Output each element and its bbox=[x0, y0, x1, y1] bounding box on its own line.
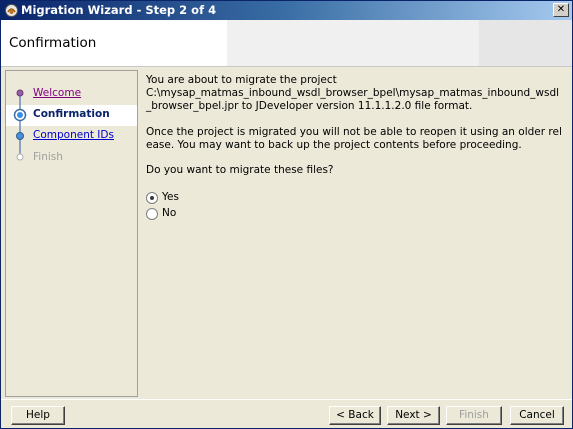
nav-item-label[interactable]: Component IDs bbox=[33, 129, 114, 141]
radio-button[interactable] bbox=[146, 192, 158, 204]
title-bar[interactable]: Migration Wizard - Step 2 of 4 ✕ bbox=[1, 1, 572, 20]
jdeveloper-icon bbox=[5, 4, 18, 17]
migration-wizard-window: Migration Wizard - Step 2 of 4 ✕ Confirm… bbox=[0, 0, 573, 429]
finish-button: Finish bbox=[446, 406, 502, 425]
radio-yes-label[interactable]: Yes bbox=[162, 191, 179, 203]
wizard-header: Confirmation bbox=[1, 20, 572, 67]
wizard-body: Welcome Confirmation Component IDs Finis… bbox=[1, 67, 572, 399]
project-path-text: C:\mysap_matmas_inbound_wsdl_browser_bpe… bbox=[146, 87, 560, 112]
nav-item-label: Confirmation bbox=[33, 108, 110, 120]
header-decoration bbox=[227, 20, 479, 66]
wizard-footer: Help < Back Next > Finish Cancel bbox=[1, 399, 572, 428]
close-icon: ✕ bbox=[556, 4, 566, 15]
page-title: Confirmation bbox=[9, 35, 97, 51]
step-train-icon bbox=[13, 89, 27, 161]
next-button[interactable]: Next > bbox=[387, 406, 440, 425]
header-decoration-right bbox=[479, 20, 572, 66]
nav-item-label[interactable]: Welcome bbox=[33, 87, 81, 99]
radio-no-label[interactable]: No bbox=[162, 207, 176, 219]
window-title: Migration Wizard - Step 2 of 4 bbox=[21, 3, 217, 17]
question-text: Do you want to migrate these files? bbox=[146, 164, 334, 176]
wizard-content: You are about to migrate the project C:\… bbox=[138, 70, 568, 397]
back-button[interactable]: < Back bbox=[329, 406, 381, 425]
close-window-button[interactable]: ✕ bbox=[553, 3, 569, 17]
radio-button[interactable] bbox=[146, 208, 158, 220]
nav-item-label: Finish bbox=[33, 151, 63, 163]
intro-text: You are about to migrate the project bbox=[146, 74, 337, 86]
wizard-steps-nav: Welcome Confirmation Component IDs Finis… bbox=[5, 70, 138, 397]
help-button[interactable]: Help bbox=[11, 406, 65, 425]
cancel-button[interactable]: Cancel bbox=[510, 406, 564, 425]
warning-text: Once the project is migrated you will no… bbox=[146, 126, 562, 151]
